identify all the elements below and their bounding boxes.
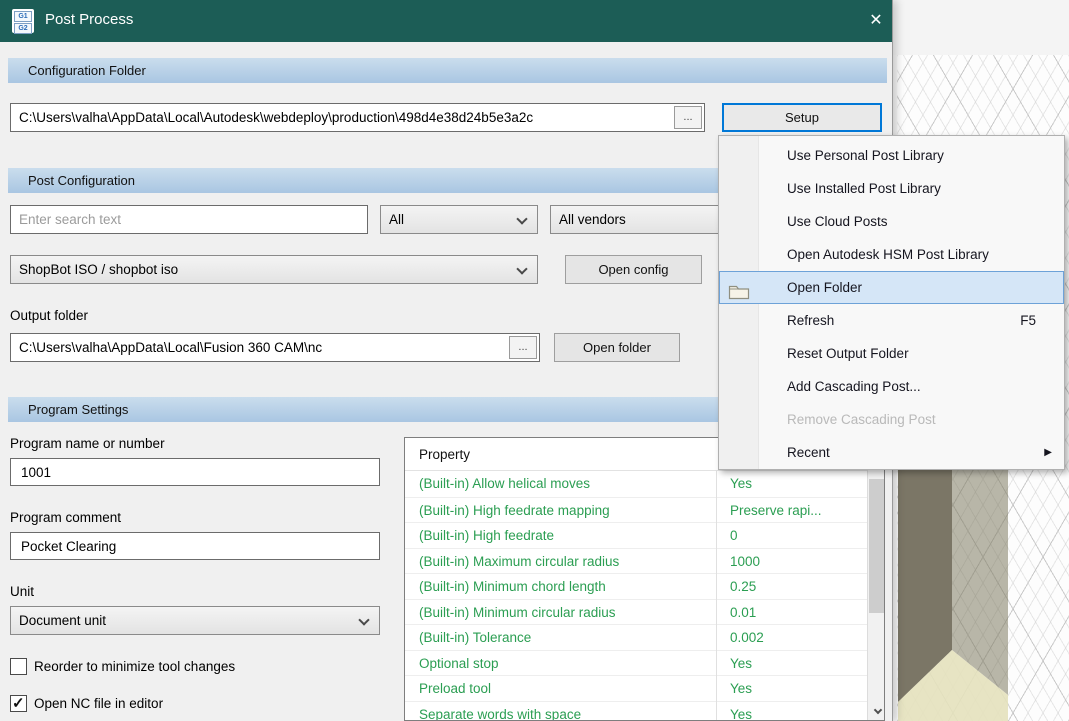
menu-item-recent[interactable]: Recent ▶: [719, 436, 1064, 469]
menu-item-label: Refresh: [787, 313, 835, 328]
menu-item-open-autodesk-hsm-post-library[interactable]: Open Autodesk HSM Post Library: [719, 238, 1064, 271]
property-row-built-in-high-feedrate-mapping[interactable]: (Built-in) High feedrate mapping Preserv…: [405, 496, 884, 523]
open-nc-checkbox-label: Open NC file in editor: [34, 696, 164, 711]
reorder-checkbox[interactable]: [10, 658, 27, 675]
close-icon[interactable]: ✕: [860, 6, 892, 36]
chevron-down-icon: [516, 263, 528, 275]
property-name: Separate words with space: [419, 706, 582, 721]
menu-item-label: Add Cascading Post...: [787, 379, 921, 394]
property-table: Property (Built-in) Allow helical moves …: [404, 437, 885, 721]
property-name: (Built-in) Tolerance: [419, 630, 532, 645]
property-name: (Built-in) Allow helical moves: [419, 476, 591, 491]
output-folder-field: ...: [10, 333, 540, 362]
property-name: Optional stop: [419, 655, 499, 671]
property-value: 0.25: [730, 579, 757, 594]
property-value: 1000: [730, 553, 761, 569]
menu-item-label: Recent: [787, 445, 830, 460]
output-folder-label: Output folder: [10, 308, 89, 323]
chevron-down-icon: [516, 213, 528, 225]
browse-button[interactable]: ...: [509, 336, 537, 359]
screen: NAGE ▼ ⚙ ADD-INS G1 G2 Post Process ✕ Co…: [0, 0, 1069, 721]
menu-item-reset-output-folder[interactable]: Reset Output Folder: [719, 337, 1064, 370]
property-value: Preserve rapi...: [730, 502, 822, 518]
program-name-label: Program name or number: [10, 436, 165, 451]
menu-item-label: Reset Output Folder: [787, 346, 909, 361]
property-value: Yes: [730, 706, 753, 721]
program-comment-label: Program comment: [10, 510, 122, 525]
program-name-input[interactable]: [10, 458, 380, 486]
property-value: Yes: [730, 476, 753, 491]
property-value: 0: [730, 528, 738, 543]
property-value: Yes: [730, 681, 753, 696]
menu-item-open-folder[interactable]: Open Folder: [719, 271, 1064, 304]
search-input[interactable]: [10, 205, 368, 234]
submenu-arrow-icon: ▶: [1044, 447, 1052, 458]
property-name: (Built-in) Minimum chord length: [419, 579, 606, 594]
property-value: 0.002: [730, 630, 764, 645]
menu-items: Use Personal Post Library Use Installed …: [719, 139, 1064, 469]
3d-model[interactable]: [897, 460, 1069, 721]
configuration-folder-field: ...: [10, 103, 705, 132]
post-process-icon: G1 G2: [12, 9, 34, 34]
property-row-built-in-high-feedrate[interactable]: (Built-in) High feedrate 0: [405, 522, 884, 548]
folder-icon: [728, 279, 750, 300]
open-folder-button[interactable]: Open folder: [554, 333, 680, 362]
post-dropdown[interactable]: ShopBot ISO / shopbot iso: [10, 255, 538, 284]
menu-item-refresh[interactable]: Refresh F5: [719, 304, 1064, 337]
reorder-checkbox-label: Reorder to minimize tool changes: [34, 659, 236, 674]
browse-button[interactable]: ...: [674, 106, 702, 129]
open-nc-checkbox-row: Open NC file in editor: [10, 694, 164, 712]
property-row-built-in-minimum-chord-length[interactable]: (Built-in) Minimum chord length 0.25: [405, 573, 884, 599]
reorder-checkbox-row: Reorder to minimize tool changes: [10, 658, 235, 675]
dialog-titlebar[interactable]: G1 G2 Post Process ✕: [0, 0, 892, 42]
chevron-down-icon: [358, 614, 370, 626]
property-name: (Built-in) Maximum circular radius: [419, 553, 620, 569]
chevron-down-icon: [873, 705, 883, 715]
property-row-separate-words-with-space[interactable]: Separate words with space Yes: [405, 700, 884, 721]
property-name: (Built-in) Minimum circular radius: [419, 604, 616, 620]
menu-item-label: Remove Cascading Post: [787, 412, 936, 427]
column-divider: [716, 471, 717, 720]
property-row-built-in-maximum-circular-radius[interactable]: (Built-in) Maximum circular radius 1000: [405, 547, 884, 574]
property-row-optional-stop[interactable]: Optional stop Yes: [405, 649, 884, 676]
property-name: (Built-in) High feedrate: [419, 528, 555, 543]
property-rows: (Built-in) Allow helical moves Yes (Buil…: [405, 471, 884, 721]
toolbar-background: NAGE ▼ ⚙ ADD-INS: [880, 0, 1069, 55]
scrollbar-down-button[interactable]: [868, 703, 884, 720]
property-row-built-in-tolerance[interactable]: (Built-in) Tolerance 0.002: [405, 624, 884, 650]
section-header-configuration-folder: Configuration Folder: [8, 58, 887, 83]
open-config-button[interactable]: Open config: [565, 255, 702, 284]
property-name: (Built-in) High feedrate mapping: [419, 502, 610, 518]
setup-context-menu: Use Personal Post Library Use Installed …: [718, 135, 1065, 470]
unit-dropdown[interactable]: Document unit: [10, 606, 380, 635]
open-nc-checkbox[interactable]: [10, 694, 27, 712]
property-value: Yes: [730, 655, 753, 671]
menu-item-use-installed-post-library[interactable]: Use Installed Post Library: [719, 172, 1064, 205]
property-row-preload-tool[interactable]: Preload tool Yes: [405, 675, 884, 701]
menu-item-use-personal-post-library[interactable]: Use Personal Post Library: [719, 139, 1064, 172]
menu-item-label: Open Autodesk HSM Post Library: [787, 247, 989, 262]
capability-dropdown[interactable]: All: [380, 205, 538, 234]
property-row-built-in-allow-helical-moves[interactable]: (Built-in) Allow helical moves Yes: [405, 471, 884, 497]
menu-item-use-cloud-posts[interactable]: Use Cloud Posts: [719, 205, 1064, 238]
menu-item-label: Use Cloud Posts: [787, 214, 888, 229]
property-value: 0.01: [730, 604, 757, 620]
setup-button[interactable]: Setup: [722, 103, 882, 132]
menu-item-add-cascading-post[interactable]: Add Cascading Post...: [719, 370, 1064, 403]
program-comment-input[interactable]: [10, 532, 380, 560]
property-row-built-in-minimum-circular-radius[interactable]: (Built-in) Minimum circular radius 0.01: [405, 598, 884, 625]
menu-item-shortcut: F5: [1020, 313, 1036, 328]
menu-item-label: Use Personal Post Library: [787, 148, 944, 163]
unit-label: Unit: [10, 584, 35, 599]
output-folder-path-input[interactable]: [11, 334, 539, 361]
configuration-folder-path-input[interactable]: [11, 104, 704, 131]
menu-item-label: Open Folder: [787, 280, 863, 295]
property-name: Preload tool: [419, 681, 492, 696]
menu-item-remove-cascading-post[interactable]: Remove Cascading Post: [719, 403, 1064, 436]
table-scrollbar[interactable]: [867, 438, 884, 720]
menu-item-label: Use Installed Post Library: [787, 181, 941, 196]
dialog-title: Post Process: [45, 11, 134, 28]
scrollbar-thumb[interactable]: [869, 479, 884, 613]
